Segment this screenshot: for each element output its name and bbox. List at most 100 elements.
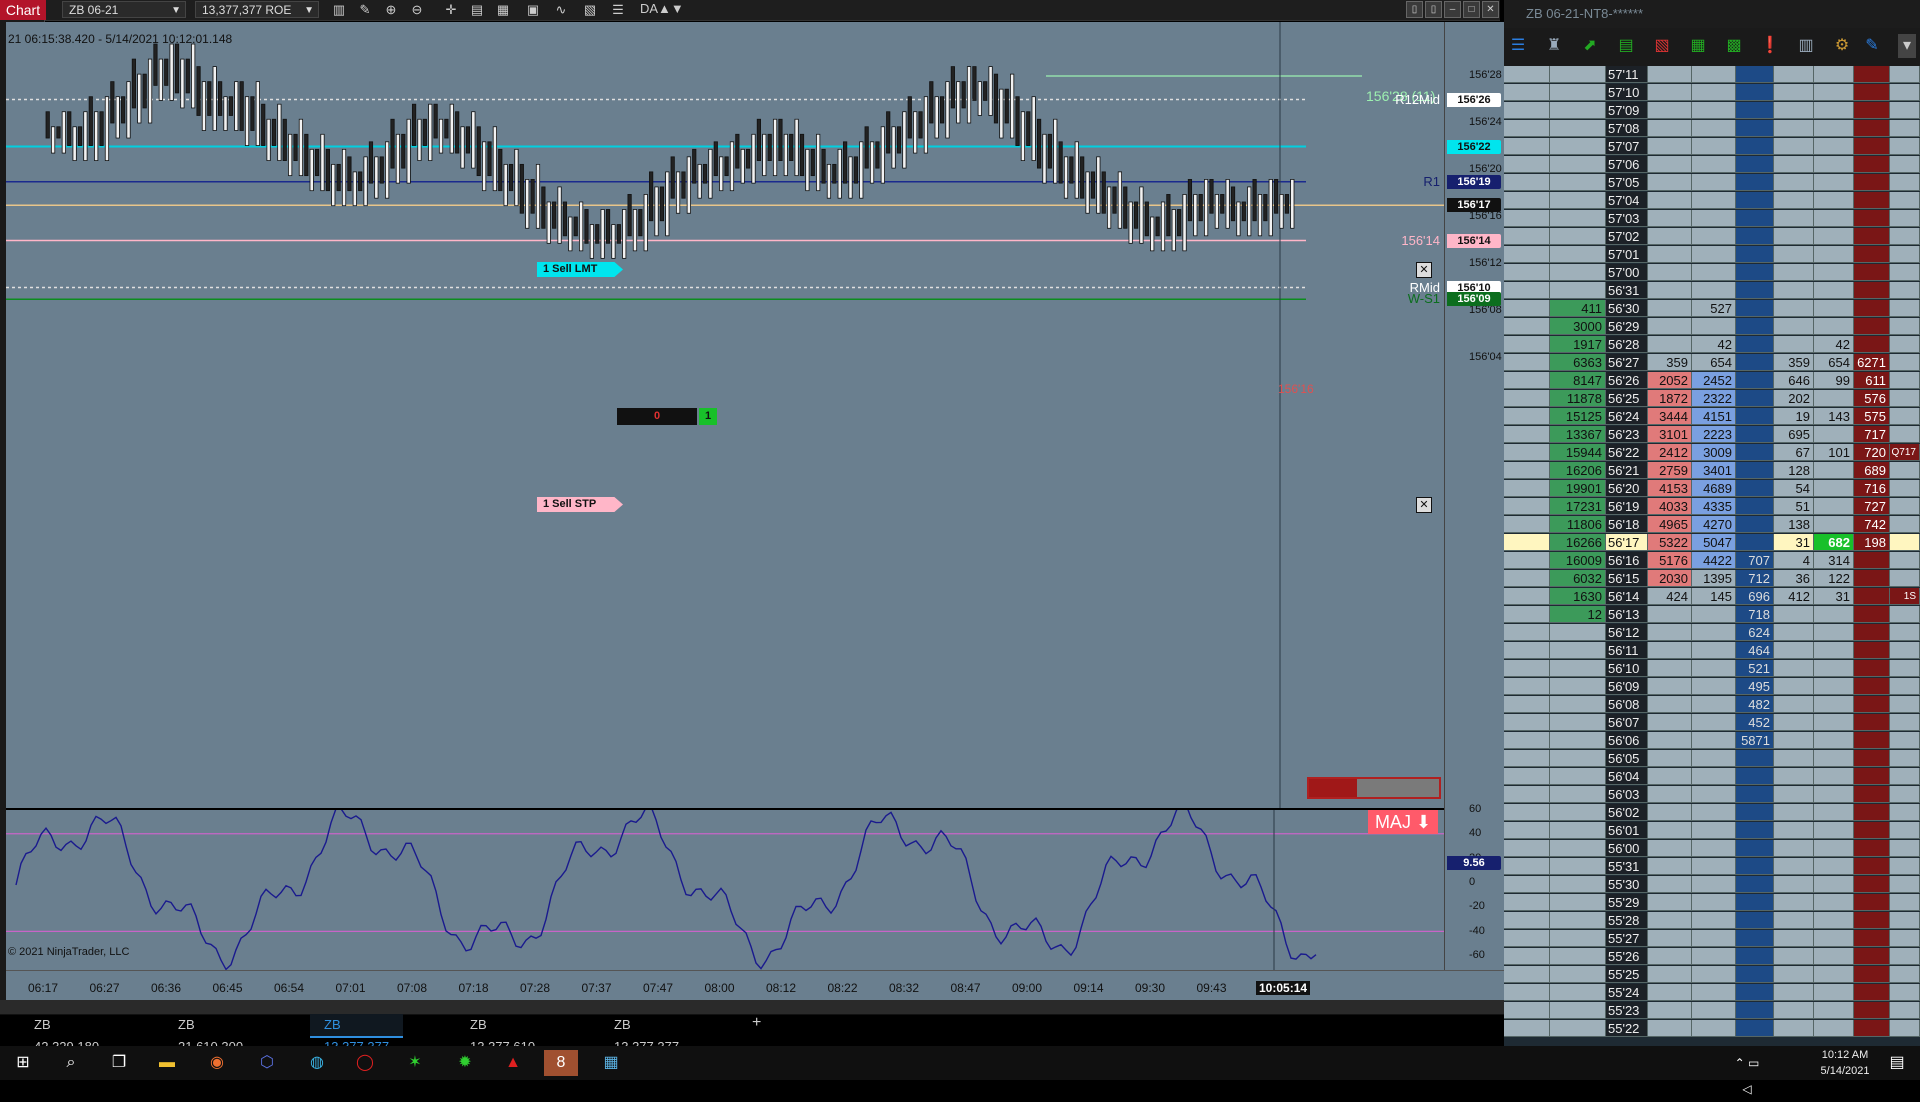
maximize-icon[interactable]: □ (1463, 1, 1480, 18)
ladder-price[interactable]: 56'16 (1606, 552, 1648, 569)
opera-icon[interactable]: ◯ (348, 1050, 382, 1076)
ladder-price[interactable]: 56'17 (1606, 534, 1648, 551)
ladder-cell[interactable] (1692, 696, 1736, 713)
ladder-cell[interactable] (1550, 246, 1606, 263)
ladder-cell[interactable] (1774, 300, 1814, 317)
ladder-cell[interactable] (1736, 300, 1774, 317)
ladder-cell[interactable] (1504, 300, 1550, 317)
ladder-row[interactable]: 56'02 (1504, 804, 1920, 822)
ladder-cell[interactable] (1550, 732, 1606, 749)
ladder-row[interactable]: 56'09 495 (1504, 678, 1920, 696)
ladder-cell[interactable] (1648, 966, 1692, 983)
ladder-cell[interactable] (1736, 84, 1774, 101)
ladder-price[interactable]: 56'18 (1606, 516, 1648, 533)
ladder-cell[interactable] (1814, 102, 1854, 119)
ladder-cell[interactable] (1814, 696, 1854, 713)
ladder-cell[interactable] (1814, 642, 1854, 659)
ladder-cell[interactable] (1814, 84, 1854, 101)
ladder-cell[interactable] (1550, 786, 1606, 803)
ladder-cell[interactable] (1736, 1002, 1774, 1019)
ladder-price[interactable]: 57'10 (1606, 84, 1648, 101)
ladder-cell[interactable] (1854, 138, 1890, 155)
ladder-row[interactable]: 57'10 (1504, 84, 1920, 102)
ladder-cell[interactable] (1814, 174, 1854, 191)
ladder-cell[interactable] (1854, 912, 1890, 929)
ladder-cell[interactable] (1736, 894, 1774, 911)
ladder-cell[interactable]: 13367 (1550, 426, 1606, 443)
ladder-cell[interactable]: 1872 (1648, 390, 1692, 407)
ladder-cell[interactable] (1504, 516, 1550, 533)
ladder-cell[interactable] (1692, 642, 1736, 659)
ladder-cell[interactable] (1648, 1002, 1692, 1019)
ladder-cell[interactable] (1774, 912, 1814, 929)
ladder-cell[interactable] (1504, 174, 1550, 191)
ladder-cell[interactable] (1890, 822, 1920, 839)
firefox-icon[interactable]: ◉ (200, 1050, 234, 1076)
ladder-price[interactable]: 56'03 (1606, 786, 1648, 803)
ladder-cell[interactable] (1692, 138, 1736, 155)
ladder-cell[interactable] (1504, 480, 1550, 497)
ladder-cell[interactable] (1814, 624, 1854, 641)
ladder-cell[interactable]: 3401 (1692, 462, 1736, 479)
ladder-cell[interactable] (1774, 606, 1814, 623)
price-bar[interactable] (605, 209, 627, 259)
ladder-cell[interactable] (1774, 822, 1814, 839)
ladder-price[interactable]: 56'07 (1606, 714, 1648, 731)
ladder-cell[interactable] (1774, 174, 1814, 191)
ladder-cell[interactable] (1854, 588, 1890, 605)
ladder-cell[interactable] (1774, 678, 1814, 695)
ladder-cell[interactable] (1692, 678, 1736, 695)
ladder-cell[interactable] (1736, 390, 1774, 407)
ladder-cell[interactable] (1736, 120, 1774, 137)
oscillator-panel[interactable] (6, 808, 1444, 972)
ladder-cell[interactable]: 707 (1736, 552, 1774, 569)
ladder-price[interactable]: 56'04 (1606, 768, 1648, 785)
ladder-cell[interactable] (1648, 840, 1692, 857)
ladder-cell[interactable] (1550, 660, 1606, 677)
price-bar[interactable] (1252, 178, 1273, 237)
ladder-cell[interactable] (1774, 696, 1814, 713)
ladder-cell[interactable] (1550, 264, 1606, 281)
ladder-cell[interactable] (1854, 984, 1890, 1001)
doc-add-icon[interactable]: ▦ (1686, 34, 1710, 58)
ladder-row[interactable]: 3000 56'29 (1504, 318, 1920, 336)
ladder-cell[interactable]: 5047 (1692, 534, 1736, 551)
ladder-cell[interactable] (1890, 948, 1920, 965)
ladder-cell[interactable] (1736, 822, 1774, 839)
ladder-cell[interactable] (1648, 876, 1692, 893)
ladder-cell[interactable]: 1630 (1550, 588, 1606, 605)
ladder-cell[interactable] (1814, 822, 1854, 839)
ladder-cell[interactable]: 654 (1692, 354, 1736, 371)
ladder-cell[interactable] (1550, 930, 1606, 947)
price-bar[interactable] (519, 163, 541, 229)
ladder-cell[interactable] (1504, 156, 1550, 173)
ladder-cell[interactable] (1774, 318, 1814, 335)
ladder-cell[interactable] (1890, 804, 1920, 821)
ladder-cell[interactable] (1736, 354, 1774, 371)
ladder-cell[interactable]: 1395 (1692, 570, 1736, 587)
price-bar[interactable] (498, 148, 519, 207)
ladder-cell[interactable] (1890, 282, 1920, 299)
ladder-cell[interactable] (1814, 120, 1854, 137)
ladder-cell[interactable] (1692, 822, 1736, 839)
ladder-cell[interactable] (1692, 768, 1736, 785)
ladder-cell[interactable] (1692, 786, 1736, 803)
ladder-cell[interactable] (1890, 66, 1920, 83)
ladder-cell[interactable] (1504, 282, 1550, 299)
price-bar[interactable] (993, 73, 1015, 139)
ladder-cell[interactable]: 3000 (1550, 318, 1606, 335)
price-axis[interactable]: 156'28 156'24 156'20 156'16 156'12 156'08 156'… (1444, 22, 1505, 970)
ladder-price[interactable]: 56'28 (1606, 336, 1648, 353)
ladder-price[interactable]: 56'29 (1606, 318, 1648, 335)
ladder-row[interactable]: 57'09 (1504, 102, 1920, 120)
ladder-row[interactable]: 6363 56'27 359 654 359 654 6271 (1504, 354, 1920, 372)
ladder-price[interactable]: 55'25 (1606, 966, 1648, 983)
ladder-cell[interactable]: 4151 (1692, 408, 1736, 425)
ladder-row[interactable]: 56'07 452 (1504, 714, 1920, 732)
ladder-cell[interactable] (1890, 138, 1920, 155)
ladder-cell[interactable] (1814, 804, 1854, 821)
ladder-cell[interactable] (1504, 318, 1550, 335)
ladder-cell[interactable] (1648, 606, 1692, 623)
ladder-cell[interactable] (1550, 1002, 1606, 1019)
price-bar[interactable] (67, 111, 88, 162)
